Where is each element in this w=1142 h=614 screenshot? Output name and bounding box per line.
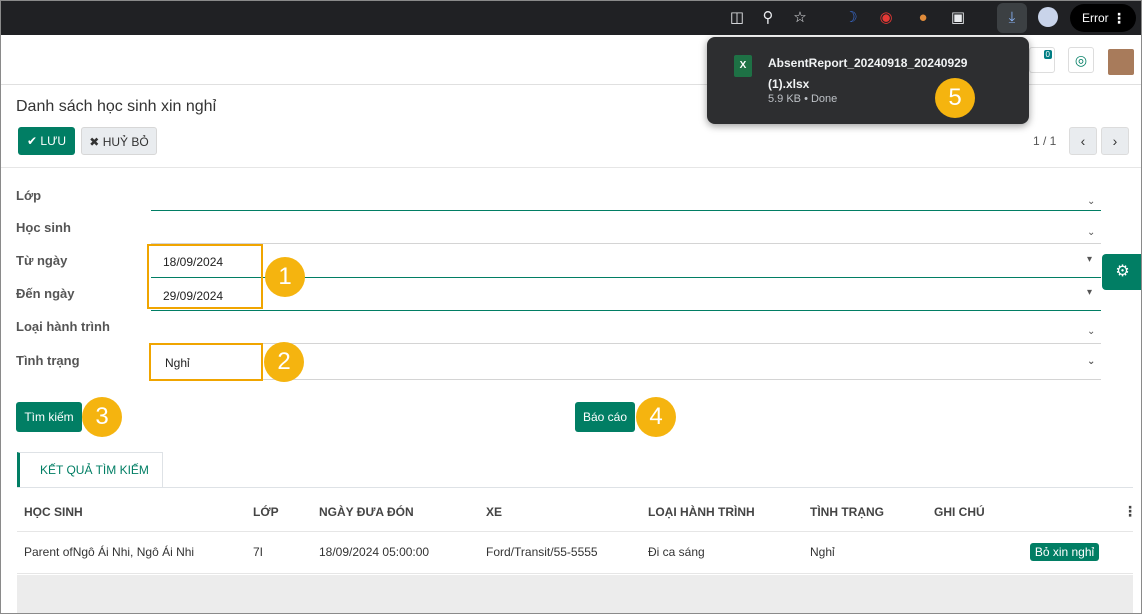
cancel-label: HUỶ BỎ — [102, 135, 149, 149]
zoom-icon[interactable]: ⚲ — [757, 7, 779, 29]
globe-icon[interactable]: ◎ — [1068, 47, 1094, 73]
date-highlight-box — [147, 244, 263, 309]
check-icon: ✔ — [27, 134, 38, 148]
column-header-date[interactable]: NGÀY ĐƯA ĐÓN — [319, 505, 414, 519]
notifications-button[interactable]: 0 — [1029, 47, 1055, 73]
header-row-divider — [17, 531, 1133, 532]
pager-value: 1 / 1 — [1033, 134, 1057, 148]
report-button[interactable]: Báo cáo — [575, 402, 635, 432]
install-app-icon[interactable]: ◫ — [726, 7, 748, 29]
extensions-puzzle-icon[interactable]: ▣ — [947, 7, 969, 29]
pager-next-button[interactable]: › — [1101, 127, 1129, 155]
cancel-button[interactable]: ✖ HUỶ BỎ — [81, 127, 157, 155]
notification-count: 0 — [1043, 50, 1052, 59]
marker-5: 5 — [935, 78, 975, 118]
to-date-label: Đến ngày — [16, 286, 75, 301]
status-highlight-box — [149, 343, 263, 381]
column-header-student[interactable]: HỌC SINH — [24, 505, 83, 519]
column-options-icon[interactable]: ⋮ — [1123, 503, 1137, 520]
cell-date: 18/09/2024 05:00:00 — [319, 545, 430, 559]
class-label: Lớp — [16, 188, 42, 203]
table-footer-area — [17, 575, 1133, 613]
downloads-button[interactable]: ⤓ — [997, 3, 1027, 33]
to-date-underline — [151, 310, 1101, 311]
download-icon: ⤓ — [1008, 9, 1016, 26]
student-chevron-icon[interactable]: ⌄ — [1087, 227, 1095, 238]
extension-cookie-icon[interactable]: ● — [912, 7, 934, 29]
column-header-status[interactable]: TÌNH TRẠNG — [810, 505, 884, 519]
marker-2: 2 — [264, 342, 304, 382]
cell-status: Nghỉ — [810, 545, 835, 559]
tab-divider — [17, 487, 1133, 488]
search-button[interactable]: Tìm kiếm — [16, 402, 82, 432]
page-title: Danh sách học sinh xin nghỉ — [16, 98, 217, 115]
column-header-vehicle[interactable]: XE — [486, 505, 502, 519]
extension-shield-icon[interactable]: ◉ — [875, 7, 897, 29]
class-chevron-icon[interactable]: ⌄ — [1087, 196, 1095, 207]
app-window: ◫ ⚲ ☆ ☽ ◉ ● ▣ ⤓ Error ⋮ 0 ◎ Danh sách họ… — [0, 0, 1142, 614]
from-date-label: Từ ngày — [16, 253, 68, 268]
cell-trip-type: Đi ca sáng — [648, 545, 705, 559]
status-chevron-icon[interactable]: ⌄ — [1087, 356, 1095, 367]
chevron-left-icon: ‹ — [1080, 133, 1086, 149]
close-icon: ✖ — [89, 135, 100, 149]
column-header-trip-type[interactable]: LOẠI HÀNH TRÌNH — [648, 505, 755, 519]
extension-moon-icon[interactable]: ☽ — [840, 7, 862, 29]
settings-gear-icon[interactable]: ⚙ — [1102, 254, 1141, 290]
user-avatar[interactable] — [1108, 49, 1134, 75]
header-divider — [1, 167, 1141, 168]
class-field[interactable] — [151, 210, 1101, 211]
from-date-caret-icon[interactable]: ▾ — [1087, 254, 1092, 265]
pager-prev-button[interactable]: ‹ — [1069, 127, 1097, 155]
row-divider — [17, 573, 1133, 574]
browser-toolbar: ◫ ⚲ ☆ ☽ ◉ ● ▣ ⤓ Error ⋮ — [1, 1, 1141, 35]
student-field[interactable] — [151, 243, 1101, 244]
tab-search-results[interactable]: KẾT QUẢ TÌM KIẾM — [17, 452, 163, 488]
cancel-absence-button[interactable]: Bỏ xin nghỉ — [1030, 543, 1099, 561]
column-header-note[interactable]: GHI CHÚ — [934, 505, 985, 519]
cell-class: 7I — [253, 545, 264, 559]
chevron-right-icon: › — [1112, 133, 1118, 149]
status-label: Tình trạng — [16, 353, 80, 368]
save-button[interactable]: ✔ LƯU — [18, 127, 75, 155]
marker-4: 4 — [636, 397, 676, 437]
trip-type-chevron-icon[interactable]: ⌄ — [1087, 326, 1095, 337]
download-status: 5.9 KB • Done — [768, 93, 838, 105]
excel-file-icon: X — [734, 55, 752, 77]
marker-1: 1 — [265, 257, 305, 297]
error-label: Error — [1082, 11, 1109, 25]
save-label: LƯU — [40, 134, 66, 148]
bookmark-star-icon[interactable]: ☆ — [789, 7, 811, 29]
cell-vehicle: Ford/Transit/55-5555 — [486, 545, 598, 559]
profile-avatar[interactable] — [1038, 7, 1058, 27]
more-vert-icon: ⋮ — [1112, 10, 1126, 26]
download-popup[interactable]: X AbsentReport_20240918_20240929 (1).xls… — [707, 37, 1029, 124]
student-label: Học sinh — [16, 220, 71, 235]
cell-student: Parent ofNgô Ái Nhi, Ngô Ái Nhi — [24, 545, 195, 559]
column-header-class[interactable]: LỚP — [253, 505, 279, 519]
marker-3: 3 — [82, 397, 122, 437]
error-menu-button[interactable]: Error ⋮ — [1070, 4, 1136, 32]
trip-type-label: Loại hành trình — [16, 319, 110, 334]
to-date-caret-icon[interactable]: ▾ — [1087, 287, 1092, 298]
